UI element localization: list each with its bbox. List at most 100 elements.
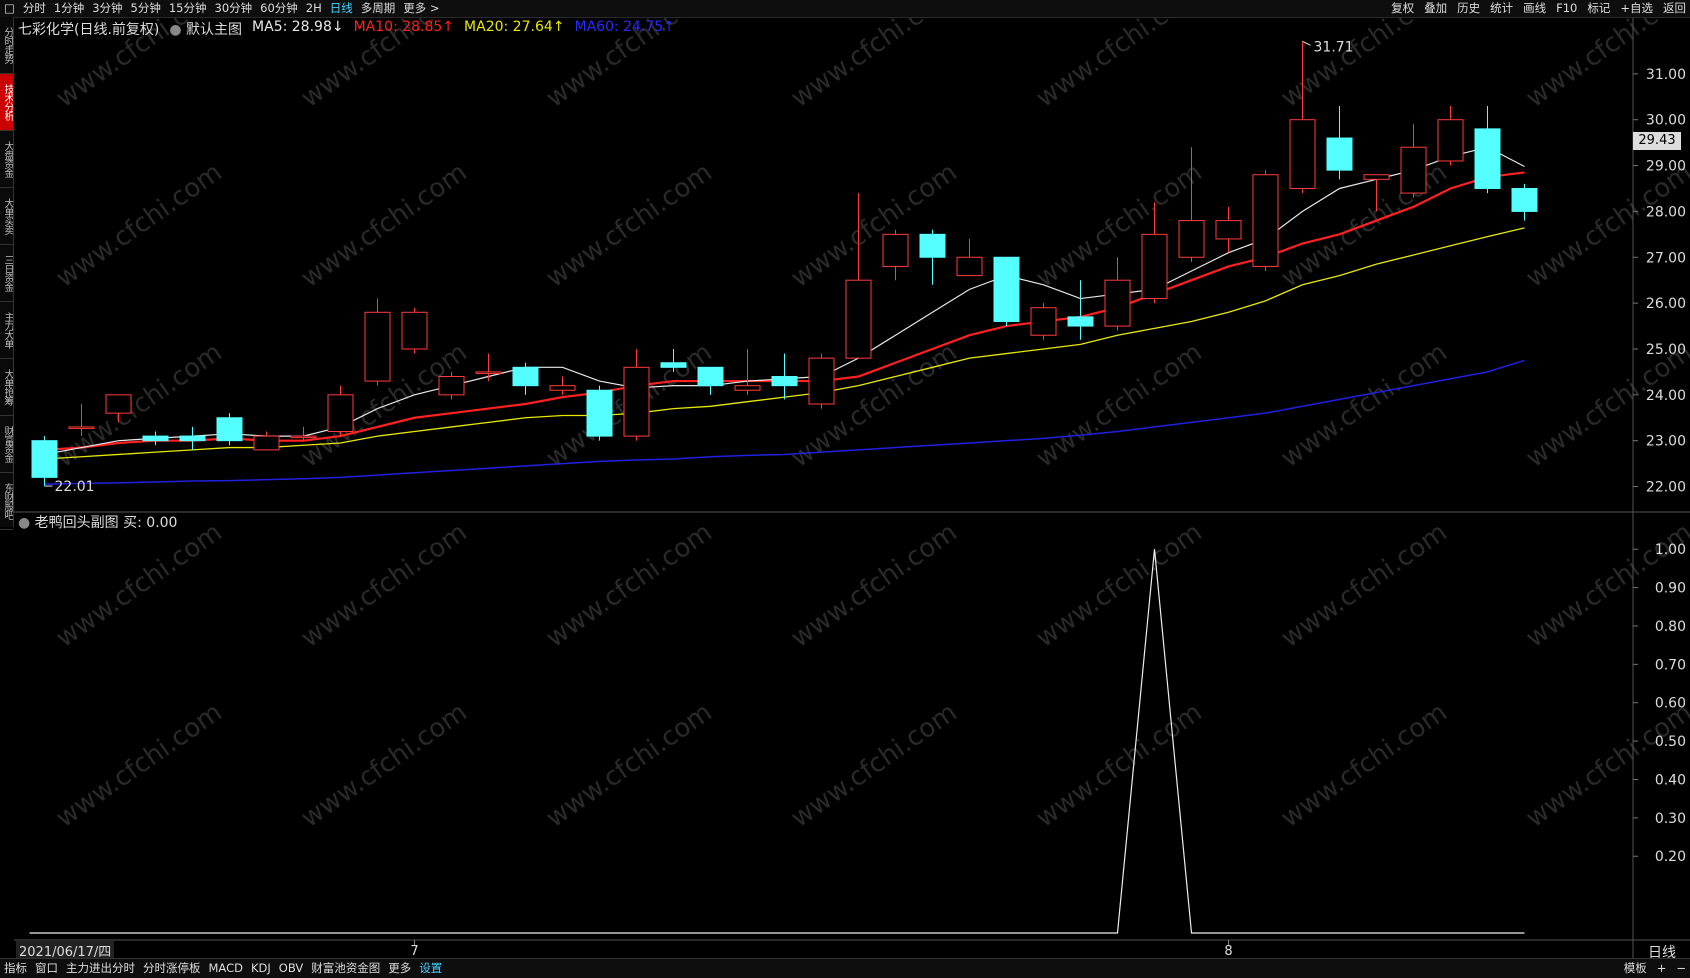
candle[interactable]	[549, 376, 576, 395]
tab-daily[interactable]: 日线	[330, 0, 353, 17]
candle[interactable]	[179, 426, 206, 450]
watermark-text: www.cfchi.com	[296, 157, 473, 293]
candle[interactable]	[1215, 206, 1242, 253]
sidebar-item[interactable]: 财富资金	[0, 416, 13, 473]
btn-more[interactable]: 更多	[388, 959, 411, 978]
sidebar-item[interactable]: 大单买卖	[0, 188, 13, 245]
candle[interactable]	[1326, 105, 1353, 180]
candle[interactable]	[253, 431, 280, 451]
btn-zoom-in[interactable]: +	[1657, 959, 1667, 978]
sidebar-item[interactable]: 三日资金	[0, 245, 13, 302]
kline-chart[interactable]: www.cfchi.com www.cfchi.com www.cfchi.com w…	[14, 18, 1690, 958]
tab-2h[interactable]: 2H	[306, 0, 322, 17]
candle[interactable]	[882, 229, 909, 281]
price-tick-label: 30.00	[1646, 113, 1686, 129]
btn-add-watch[interactable]: +自选	[1620, 0, 1653, 17]
btn-wealth-pool[interactable]: 财富池资金图	[311, 959, 380, 978]
period-tabs: □ 分时 1分钟 3分钟 5分钟 15分钟 30分钟 60分钟 2H 日线 多周期 更多 >	[4, 0, 440, 17]
btn-overlay[interactable]: 叠加	[1424, 0, 1447, 17]
indicator-line	[29, 549, 1525, 934]
candle[interactable]	[1030, 303, 1057, 340]
btn-f10[interactable]: F10	[1556, 0, 1577, 17]
candle[interactable]	[31, 436, 58, 487]
candle[interactable]	[956, 238, 983, 277]
candle[interactable]	[623, 348, 650, 441]
candle[interactable]	[1104, 257, 1131, 331]
watermark-text: www.cfchi.com	[1031, 517, 1208, 653]
btn-macd[interactable]: MACD	[209, 959, 243, 978]
candle[interactable]	[697, 366, 724, 395]
candle[interactable]	[1437, 105, 1464, 166]
tab-fenshi[interactable]: 分时	[23, 0, 46, 17]
candle[interactable]	[734, 348, 761, 395]
tab-60min[interactable]: 60分钟	[260, 0, 298, 17]
candle[interactable]	[919, 229, 946, 285]
price-tick-label: 27.00	[1646, 250, 1686, 266]
watermark-text: www.cfchi.com	[296, 517, 473, 653]
tab-30min[interactable]: 30分钟	[215, 0, 253, 17]
settings-dot-icon[interactable]: ●	[169, 22, 186, 38]
watermark-text: www.cfchi.com	[51, 697, 228, 833]
btn-limit-up[interactable]: 分时涨停板	[143, 959, 201, 978]
tab-3min[interactable]: 3分钟	[92, 0, 122, 17]
watermark-text: www.cfchi.com	[1521, 157, 1690, 293]
candle[interactable]	[142, 431, 169, 446]
candle[interactable]	[1474, 105, 1501, 194]
candle[interactable]	[475, 353, 502, 382]
btn-indicator[interactable]: 指标	[4, 959, 27, 978]
btn-draw[interactable]: 画线	[1523, 0, 1546, 17]
tab-1min[interactable]: 1分钟	[54, 0, 84, 17]
tool-buttons: 复权 叠加 历史 统计 画线 F10 标记 +自选 返回	[1391, 0, 1686, 17]
watermark-text: www.cfchi.com	[1276, 517, 1453, 653]
btn-stats[interactable]: 统计	[1490, 0, 1513, 17]
btn-obv[interactable]: OBV	[279, 959, 303, 978]
watermark-text: www.cfchi.com	[541, 517, 718, 653]
sidebar-item[interactable]: 分时走势	[0, 17, 13, 74]
tab-more[interactable]: 更多 >	[403, 0, 439, 17]
candle[interactable]	[1511, 183, 1538, 221]
tab-multi[interactable]: 多周期	[361, 0, 396, 17]
btn-back[interactable]: 返回	[1663, 0, 1686, 17]
main-chart-name[interactable]: ● 默认主图	[169, 19, 242, 39]
sidebar-item[interactable]: 主力大单	[0, 302, 13, 359]
price-tick-label: 22.00	[1646, 480, 1686, 496]
btn-adjust[interactable]: 复权	[1391, 0, 1414, 17]
candle[interactable]	[216, 413, 243, 446]
indicator-axis: 1.00 0.90 0.80 0.70 0.60 0.50 0.40 0.30 0.20	[1633, 542, 1686, 865]
candle[interactable]	[512, 362, 539, 395]
ma60-value: MA60: 24.75↑	[574, 19, 675, 35]
candle[interactable]	[771, 353, 798, 400]
sidebar-item[interactable]: 技术分析	[0, 74, 13, 131]
candle[interactable]	[586, 385, 613, 441]
btn-window[interactable]: 窗口	[35, 959, 58, 978]
candle[interactable]	[1400, 124, 1427, 198]
tab-5min[interactable]: 5分钟	[131, 0, 161, 17]
candle[interactable]	[327, 385, 354, 437]
candle[interactable]	[1252, 170, 1279, 272]
btn-zoom-out[interactable]: −	[1676, 959, 1686, 978]
layout-toggle[interactable]: □	[4, 0, 15, 17]
sub-legend: ● 老鸭回头副图 买: 0.00	[18, 512, 177, 532]
watermark-text: www.cfchi.com	[1031, 337, 1208, 473]
candle[interactable]	[364, 298, 391, 386]
candle[interactable]	[438, 371, 465, 400]
sidebar-item[interactable]: 东财股吧	[0, 473, 13, 530]
price-tick-label: 24.00	[1646, 388, 1686, 404]
candle[interactable]	[808, 353, 835, 409]
tab-15min[interactable]: 15分钟	[169, 0, 207, 17]
candle[interactable]	[1067, 280, 1094, 340]
settings-dot-icon[interactable]: ●	[18, 515, 35, 531]
btn-mark[interactable]: 标记	[1587, 0, 1610, 17]
sidebar-item[interactable]: 大单抢筹	[0, 359, 13, 416]
candle[interactable]	[993, 256, 1020, 327]
sidebar-item[interactable]: 大盘资金	[0, 131, 13, 188]
btn-kdj[interactable]: KDJ	[251, 959, 271, 978]
candle[interactable]	[401, 307, 428, 354]
btn-settings[interactable]: 设置	[419, 959, 442, 978]
ma5-value: MA5: 28.98↓	[252, 19, 344, 35]
btn-main-flow[interactable]: 主力进出分时	[66, 959, 135, 978]
indicator-tick-label: 0.60	[1655, 696, 1686, 712]
btn-template[interactable]: 模板	[1624, 959, 1647, 978]
btn-history[interactable]: 历史	[1457, 0, 1480, 17]
indicator-tick-label: 0.50	[1655, 734, 1686, 750]
